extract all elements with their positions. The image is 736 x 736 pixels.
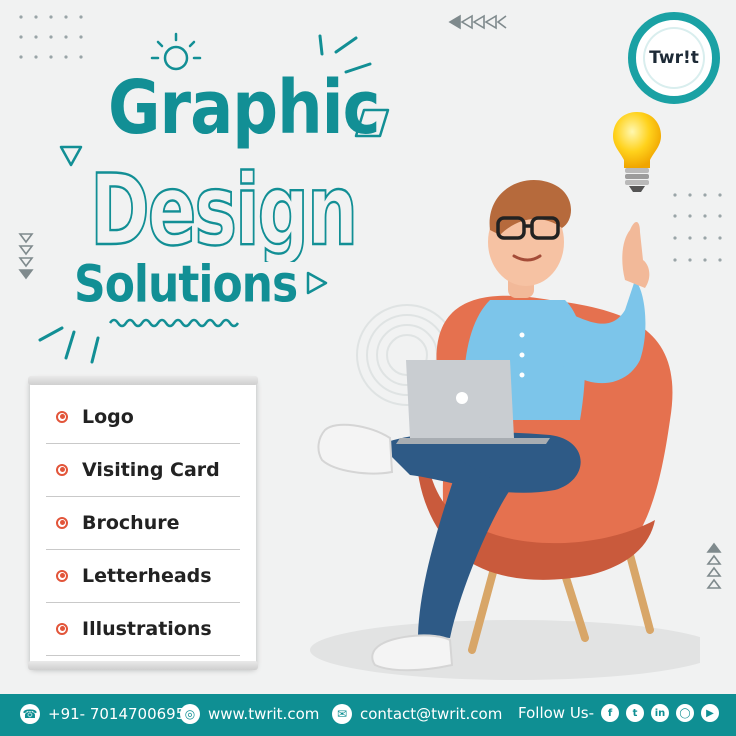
facebook-icon[interactable]: f: [601, 704, 620, 722]
heading-graphic: Graphic: [108, 66, 381, 152]
service-item-letterheads: Letterheads: [46, 549, 240, 603]
twitter-icon[interactable]: t: [626, 704, 645, 722]
bullet-icon: [56, 463, 68, 476]
globe-icon: ◎: [180, 704, 200, 724]
service-item-logo: Logo: [46, 390, 240, 444]
phone-icon: ☎: [20, 704, 40, 724]
brand-logo[interactable]: Twr!t: [628, 12, 720, 104]
bullet-icon: [56, 516, 68, 529]
service-item-illustrations: Illustrations: [46, 602, 240, 656]
bullet-icon: [56, 569, 68, 582]
logo-text: Twr!t: [649, 48, 699, 68]
service-label: Visiting Card: [82, 458, 220, 481]
panel-bottom-cap: [28, 661, 258, 670]
email-address: contact@twrit.com: [360, 705, 503, 723]
logo-inner-circle: Twr!t: [643, 27, 705, 89]
website-url: www.twrit.com: [208, 705, 320, 723]
instagram-icon[interactable]: ◯: [676, 704, 695, 722]
arrows-up-icon: [706, 542, 722, 589]
follow-label: Follow Us-: [518, 704, 595, 722]
arrows-down-icon: [18, 233, 34, 280]
service-label: Illustrations: [82, 617, 212, 640]
bullet-icon: [56, 410, 68, 423]
youtube-icon[interactable]: ▶: [701, 704, 720, 722]
character-illustration: [310, 180, 700, 680]
follow-us: Follow Us- f t in ◯ ▶: [518, 704, 720, 722]
arrows-left-icon: [448, 14, 507, 30]
phone-number: +91- 7014700695: [48, 705, 186, 723]
service-item-visiting-card: Visiting Card: [46, 443, 240, 497]
mail-icon: ✉: [332, 704, 352, 724]
website-link[interactable]: ◎ www.twrit.com: [180, 704, 319, 724]
service-label: Letterheads: [82, 564, 212, 587]
services-panel: Logo Visiting Card Brochure Letterheads …: [28, 376, 258, 670]
dot-grid-top-left: [19, 15, 83, 59]
panel-top-cap: [28, 376, 258, 385]
heading-solutions: Solutions: [74, 255, 298, 315]
service-label: Logo: [82, 405, 134, 428]
linkedin-icon[interactable]: in: [651, 704, 670, 722]
squiggle-underline: [108, 318, 240, 328]
triangle-doodle-icon: [59, 145, 83, 167]
service-item-brochure: Brochure: [46, 496, 240, 550]
bottom-spark-icon: [38, 326, 100, 364]
contact-footer: ☎ +91- 7014700695 ◎ www.twrit.com ✉ cont…: [0, 694, 736, 736]
service-label: Brochure: [82, 511, 180, 534]
email-link[interactable]: ✉ contact@twrit.com: [332, 704, 502, 724]
bullet-icon: [56, 622, 68, 635]
phone-contact[interactable]: ☎ +91- 7014700695: [20, 704, 185, 724]
